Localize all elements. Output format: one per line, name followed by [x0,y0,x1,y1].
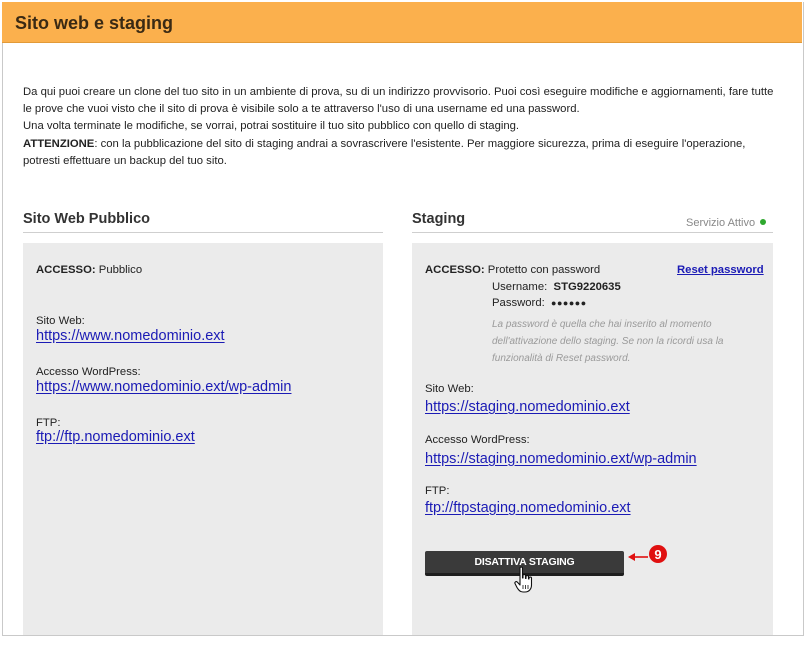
staging-status: Servizio Attivo [686,217,767,229]
public-ftp-link[interactable]: ftp://ftp.nomedominio.ext [36,429,195,445]
public-site-title: Sito Web Pubblico [23,211,151,227]
status-dot-icon [760,219,767,225]
callout-number-badge: 9 [649,545,667,563]
intro-warning: ATTENZIONE: con la pubblicazione del sit… [23,136,783,170]
intro-text: Da qui puoi creare un clone del tuo sito… [23,84,783,170]
page-title: Sito web e staging [15,13,174,33]
password-label: Password: [492,297,545,309]
staging-access-value: Protetto con password [487,264,601,276]
public-wp-label: Accesso WordPress: [36,366,141,378]
staging-password: Password: ●●●●●● [492,297,587,309]
reset-password-link[interactable]: Reset password [677,264,764,276]
public-access-value: Pubblico [98,264,143,276]
password-value: ●●●●●● [551,298,587,308]
staging-site-link[interactable]: https://staging.nomedominio.ext [425,399,630,415]
warning-label: ATTENZIONE [23,137,95,150]
intro-paragraph-2: Una volta terminate le modifiche, se vor… [23,120,520,133]
staging-ftp-link[interactable]: ftp://ftpstaging.nomedominio.ext [425,500,631,516]
public-site-label: Sito Web: [36,315,85,327]
staging-status-text: Servizio Attivo [686,217,756,229]
page-header: Sito web e staging [2,2,802,43]
staging-access: ACCESSO: Protetto con password [425,264,600,276]
public-site-link[interactable]: https://www.nomedominio.ext [36,328,225,344]
public-access-label: ACCESSO: [36,264,96,276]
staging-wp-label: Accesso WordPress: [425,434,530,446]
staging-access-label: ACCESSO: [425,264,485,276]
public-access: ACCESSO: Pubblico [36,264,142,276]
public-title-divider [23,232,383,233]
password-note: La password è quella che hai inserito al… [492,319,724,364]
staging-wp-link[interactable]: https://staging.nomedominio.ext/wp-admin [425,451,697,467]
public-ftp-label: FTP: [36,417,61,429]
warning-text: : con la pubblicazione del sito di stagi… [23,137,746,167]
staging-site-label: Sito Web: [425,383,474,395]
hand-pointer-icon [514,566,533,593]
intro-paragraph-1: Da qui puoi creare un clone del tuo sito… [23,86,774,116]
username-label: Username: [492,281,548,293]
staging-username: Username: STG9220635 [492,281,621,293]
staging-ftp-label: FTP: [425,485,450,497]
callout-arrow-icon [628,553,648,561]
staging-title-divider [412,232,773,233]
username-value: STG9220635 [553,281,621,293]
staging-title: Staging [412,211,466,227]
public-wp-link[interactable]: https://www.nomedominio.ext/wp-admin [36,379,291,395]
